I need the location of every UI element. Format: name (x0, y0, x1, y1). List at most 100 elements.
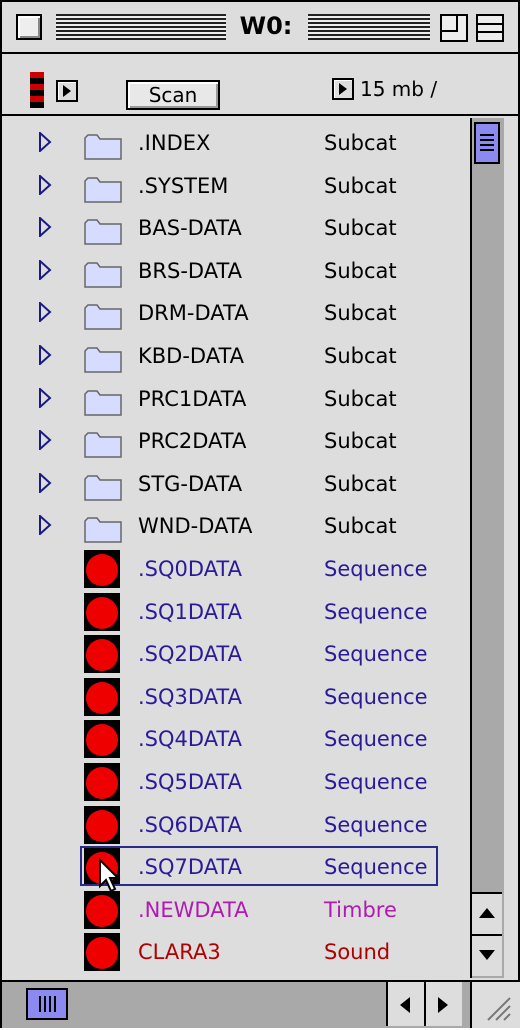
item-kind: Subcat (324, 216, 397, 241)
item-name: .NEWDATA (138, 897, 249, 922)
folder-icon (84, 432, 122, 462)
list-item[interactable]: CLARA3 Sound (4, 931, 470, 973)
red-circle-icon (84, 763, 120, 801)
list-item[interactable]: .SQ4DATA Sequence (4, 718, 470, 760)
folder-icon (84, 176, 122, 207)
item-kind: Timbre (324, 897, 397, 922)
disclosure-triangle-icon[interactable] (38, 428, 52, 454)
disclosure-triangle-icon[interactable] (38, 258, 52, 284)
drag-handle-icon[interactable] (30, 72, 44, 108)
folder-icon (84, 262, 122, 292)
folder-icon (84, 517, 122, 547)
disclosure-triangle-icon[interactable] (38, 130, 52, 156)
disclosure-triangle-icon[interactable] (38, 301, 52, 326)
scroll-down-button[interactable] (472, 934, 502, 976)
title-bar-stripes-left (56, 14, 226, 40)
folder-icon (84, 347, 122, 377)
item-kind: Sequence (324, 770, 428, 794)
scroll-right-button[interactable] (424, 982, 462, 1026)
list-item[interactable]: .SQ1DATA Sequence (4, 591, 470, 633)
scan-button[interactable]: Scan (126, 80, 220, 110)
item-name: BRS-DATA (138, 258, 243, 283)
item-name: .SQ0DATA (138, 557, 242, 581)
size-readout: 15 mb / (360, 77, 438, 101)
folder-icon (84, 219, 122, 249)
zoom-box-icon[interactable] (440, 14, 468, 46)
item-kind: Sequence (324, 599, 428, 624)
item-name: .SYSTEM (138, 173, 229, 198)
disclosure-triangle-icon[interactable] (38, 471, 52, 497)
list-item[interactable]: KBD-DATA Subcat (4, 335, 470, 377)
item-name: .SQ3DATA (138, 684, 242, 709)
arrow-left-icon (400, 997, 410, 1013)
item-name: PRC2DATA (138, 429, 247, 454)
list-item[interactable]: .SQ5DATA Sequence (4, 761, 470, 803)
disclosure-triangle-icon[interactable] (38, 386, 52, 412)
window-title: W0: (228, 10, 304, 42)
list-item[interactable]: .SQ2DATA Sequence (4, 633, 470, 675)
folder-icon (84, 475, 122, 505)
item-name: .INDEX (138, 131, 211, 155)
item-kind: Sequence (324, 684, 428, 709)
item-kind: Subcat (324, 429, 397, 454)
list-item[interactable]: PRC2DATA Subcat (4, 420, 470, 462)
horizontal-scroll-thumb[interactable] (26, 988, 68, 1020)
scroll-up-button[interactable] (472, 892, 502, 934)
list-item[interactable]: STG-DATA Subcat (4, 463, 470, 505)
list-item[interactable]: DRM-DATA Subcat (4, 292, 470, 334)
grow-box-icon[interactable] (470, 982, 520, 1028)
item-name: .SQ2DATA (138, 642, 242, 667)
list-item[interactable]: WND-DATA Subcat (4, 505, 470, 547)
list-item[interactable]: .SQ3DATA Sequence (4, 676, 470, 718)
item-kind: Sequence (324, 812, 428, 837)
close-box-icon[interactable] (16, 14, 42, 40)
item-kind: Subcat (324, 514, 397, 539)
disclosure-triangle-icon[interactable] (38, 215, 52, 241)
item-name: WND-DATA (138, 514, 253, 539)
list-item[interactable]: PRC1DATA Subcat (4, 378, 470, 420)
disclosure-triangle-icon[interactable] (38, 514, 52, 539)
list-item[interactable]: .SYSTEM Subcat (4, 165, 470, 207)
list-item[interactable]: .SQ0DATA Sequence (4, 548, 470, 590)
item-name: .SQ5DATA (138, 770, 242, 794)
item-kind: Subcat (324, 131, 397, 155)
item-name: DRM-DATA (138, 301, 249, 326)
red-circle-icon (84, 720, 120, 759)
red-circle-icon (84, 550, 120, 588)
title-bar[interactable]: W0: (2, 2, 518, 54)
list-item[interactable]: .NEWDATA Timbre (4, 889, 470, 931)
grip-icon (39, 996, 56, 1012)
item-name: STG-DATA (138, 471, 243, 496)
disclosure-triangle-icon[interactable] (38, 173, 52, 199)
horizontal-scrollbar[interactable] (2, 980, 520, 1028)
list-item[interactable]: .INDEX Subcat (4, 122, 470, 164)
list-item[interactable]: .SQ6DATA Sequence (4, 804, 470, 846)
list-item[interactable]: BAS-DATA Subcat (4, 207, 470, 249)
disclosure-triangle-icon[interactable] (38, 343, 52, 369)
item-kind: Sound (324, 940, 391, 965)
size-field[interactable]: 15 mb / (332, 72, 502, 106)
collapse-box-icon[interactable] (476, 14, 504, 46)
size-popup-button[interactable] (332, 78, 354, 100)
item-kind: Sequence (324, 557, 428, 581)
list-item[interactable]: BRS-DATA Subcat (4, 250, 470, 292)
folder-icon (84, 134, 122, 164)
item-name: PRC1DATA (138, 386, 247, 411)
item-kind: Subcat (324, 386, 397, 411)
item-name: CLARA3 (138, 940, 221, 965)
scroll-left-button[interactable] (386, 982, 424, 1026)
red-circle-icon (84, 677, 120, 716)
mouse-pointer-icon (98, 857, 122, 898)
red-circle-icon (84, 933, 120, 972)
vertical-scrollbar[interactable] (470, 118, 504, 978)
red-circle-icon (84, 635, 120, 674)
triangle-right-icon (63, 85, 71, 97)
menu-popup-button[interactable] (56, 80, 78, 102)
item-kind: Subcat (324, 301, 397, 326)
grip-icon (480, 134, 494, 151)
arrow-right-icon (438, 997, 448, 1013)
vertical-scroll-thumb[interactable] (474, 122, 500, 164)
disk-window: W0: Scan 15 mb / .INDEX Subcat .SYSTEM Subc… (0, 0, 520, 1028)
title-bar-stripes-right (308, 14, 430, 40)
item-kind: Subcat (324, 471, 397, 496)
